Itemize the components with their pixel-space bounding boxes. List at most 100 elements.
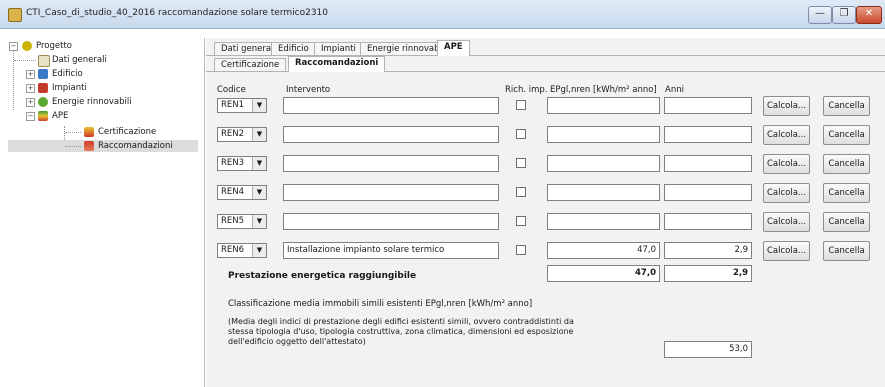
close-button[interactable]: ✕ [856, 6, 882, 24]
years-input[interactable] [664, 126, 752, 143]
calcola-button[interactable]: Calcola... [763, 212, 810, 232]
code-select[interactable]: REN5 ▼ [217, 214, 267, 229]
ep-input[interactable] [547, 184, 660, 201]
cancella-button[interactable]: Cancella [823, 183, 870, 203]
project-tree: − Progetto Dati generali + Edificio + Im… [8, 38, 205, 387]
tree-line [13, 46, 14, 110]
classification-note-line: (Media degli indici di prestazione degli… [228, 317, 574, 326]
intervention-input[interactable] [283, 184, 499, 201]
header-ep: EPgl,nren [kWh/m² anno] [550, 85, 657, 95]
code-select[interactable]: REN6 ▼ [217, 243, 267, 258]
tree-label: Certificazione [98, 127, 157, 137]
gear-icon [22, 41, 32, 51]
calcola-button[interactable]: Calcola... [763, 183, 810, 203]
tab-edificio[interactable]: Edificio [271, 42, 316, 56]
chevron-down-icon[interactable]: ▼ [252, 244, 266, 257]
minimize-button[interactable]: — [808, 6, 832, 24]
recommendation-icon [84, 141, 94, 151]
expand-toggle[interactable]: + [26, 70, 35, 79]
cancella-button[interactable]: Cancella [823, 125, 870, 145]
calcola-button[interactable]: Calcola... [763, 154, 810, 174]
classification-value: 53,0 [664, 341, 752, 358]
cancella-button[interactable]: Cancella [823, 241, 870, 261]
calcola-button[interactable]: Calcola... [763, 125, 810, 145]
code-value: REN6 [221, 245, 245, 255]
code-select[interactable]: REN2 ▼ [217, 127, 267, 142]
tree-label: Impianti [52, 83, 87, 93]
cancella-button[interactable]: Cancella [823, 96, 870, 116]
collapse-toggle[interactable]: − [9, 42, 18, 51]
years-input[interactable] [664, 97, 752, 114]
years-input[interactable] [664, 184, 752, 201]
years-input[interactable] [664, 155, 752, 172]
classification-note-line: stessa tipologia d'uso, tipologia costru… [228, 327, 574, 336]
rich-imp-checkbox[interactable] [516, 129, 526, 139]
collapse-toggle[interactable]: − [26, 112, 35, 121]
code-value: REN1 [221, 100, 245, 110]
building-icon [38, 69, 48, 79]
code-select[interactable]: REN4 ▼ [217, 185, 267, 200]
leaf-icon [38, 97, 48, 107]
document-icon [38, 55, 50, 67]
classification-note-line: dell'edificio oggetto dell'attestato) [228, 337, 366, 346]
rich-imp-checkbox[interactable] [516, 158, 526, 168]
rich-imp-checkbox[interactable] [516, 187, 526, 197]
expand-toggle[interactable]: + [26, 84, 35, 93]
intervention-input[interactable] [283, 97, 499, 114]
ep-input[interactable]: 47,0 [547, 242, 660, 259]
cancella-button[interactable]: Cancella [823, 212, 870, 232]
tree-label: Progetto [36, 41, 72, 51]
window-title: CTI_Caso_di_studio_40_2016 raccomandazio… [26, 8, 329, 18]
calcola-button[interactable]: Calcola... [763, 241, 810, 261]
tab-certificazione[interactable]: Certificazione [214, 58, 287, 72]
tab-ape[interactable]: APE [437, 40, 470, 56]
intervention-input[interactable] [283, 213, 499, 230]
energy-label-icon [38, 111, 48, 121]
calcola-button[interactable]: Calcola... [763, 96, 810, 116]
chevron-down-icon[interactable]: ▼ [252, 157, 266, 170]
maximize-button[interactable]: ❐ [832, 6, 856, 24]
chevron-down-icon[interactable]: ▼ [252, 186, 266, 199]
chevron-down-icon[interactable]: ▼ [252, 215, 266, 228]
intervention-input[interactable]: Installazione impianto solare termico [283, 242, 499, 259]
tree-line [14, 60, 36, 61]
window-title-bar: CTI_Caso_di_studio_40_2016 raccomandazio… [0, 0, 885, 29]
header-intervento: Intervento [286, 85, 331, 95]
cancella-button[interactable]: Cancella [823, 154, 870, 174]
main-panel: Dati generali Edificio Impianti Energie … [206, 38, 885, 387]
tree-node-raccomandazioni[interactable]: Raccomandazioni [8, 140, 198, 152]
ep-input[interactable] [547, 97, 660, 114]
certificate-icon [84, 127, 94, 137]
code-select[interactable]: REN1 ▼ [217, 98, 267, 113]
classification-title: Classificazione media immobili simili es… [228, 299, 533, 309]
code-value: REN2 [221, 129, 245, 139]
tree-line [65, 146, 81, 147]
header-rich-imp: Rich. imp. [505, 85, 548, 95]
tree-label: Dati generali [52, 55, 107, 65]
code-value: REN4 [221, 187, 245, 197]
years-input[interactable]: 2,9 [664, 242, 752, 259]
ep-input[interactable] [547, 155, 660, 172]
chevron-down-icon[interactable]: ▼ [252, 128, 266, 141]
summary-years-value: 2,9 [664, 265, 752, 282]
intervention-input[interactable] [283, 155, 499, 172]
summary-label: Prestazione energetica raggiungibile [228, 271, 417, 281]
ep-input[interactable] [547, 126, 660, 143]
chevron-down-icon[interactable]: ▼ [252, 99, 266, 112]
app-icon [8, 8, 22, 22]
ep-input[interactable] [547, 213, 660, 230]
summary-ep-value: 47,0 [547, 265, 660, 282]
expand-toggle[interactable]: + [26, 98, 35, 107]
rich-imp-checkbox[interactable] [516, 216, 526, 226]
intervention-input[interactable] [283, 126, 499, 143]
tree-label: Raccomandazioni [98, 141, 173, 151]
rich-imp-checkbox[interactable] [516, 100, 526, 110]
header-codice: Codice [217, 85, 246, 95]
years-input[interactable] [664, 213, 752, 230]
tab-raccomandazioni[interactable]: Raccomandazioni [288, 56, 386, 72]
tab-impianti[interactable]: Impianti [314, 42, 363, 56]
rich-imp-checkbox[interactable] [516, 245, 526, 255]
code-select[interactable]: REN3 ▼ [217, 156, 267, 171]
header-anni: Anni [665, 85, 684, 95]
tree-label: APE [52, 111, 69, 121]
